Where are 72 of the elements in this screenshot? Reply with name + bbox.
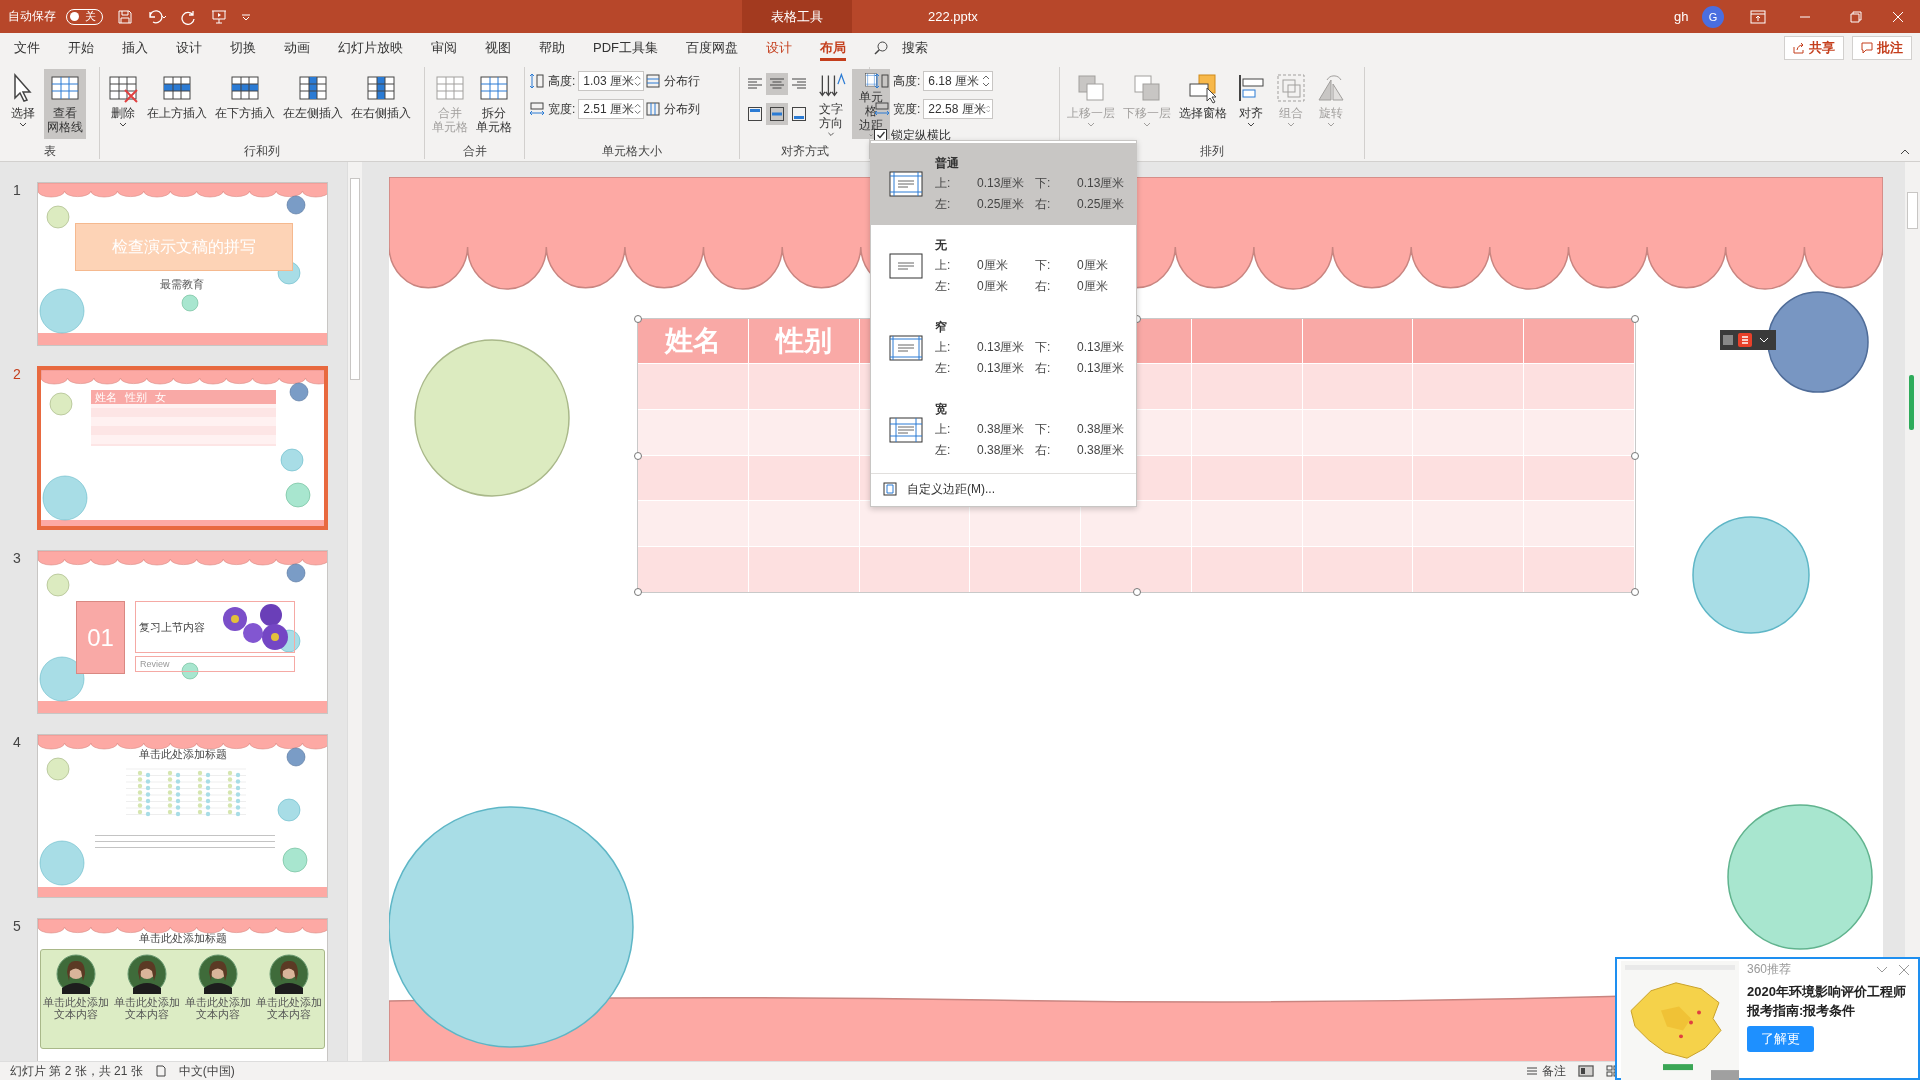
- margin-value: 0厘米: [977, 257, 1009, 274]
- group-label: 表: [42, 143, 57, 159]
- margin-label: 左:: [935, 278, 952, 295]
- margin-label: 下:: [1035, 257, 1052, 274]
- margin-label: 左:: [935, 442, 952, 459]
- slide-counter: 幻灯片 第 2 张，共 21 张: [10, 1062, 143, 1080]
- slide-title: 检查演示文稿的拼写: [112, 236, 256, 257]
- margin-label: 上:: [935, 175, 952, 192]
- margin-value: 0.38厘米: [1077, 421, 1126, 438]
- slide-number: 1: [12, 182, 22, 200]
- group-label: 单元格大小: [601, 143, 663, 159]
- table-header-cell: 女: [155, 390, 166, 404]
- group-label: 合并: [461, 143, 488, 159]
- margin-value: 0.13厘米: [1077, 175, 1126, 192]
- table-header-cell: 姓名: [95, 390, 117, 404]
- ad-source: 360推荐: [1747, 961, 1793, 978]
- slide-number: 3: [12, 550, 22, 568]
- slide-number: 2: [12, 366, 22, 384]
- group-label: 排列: [1199, 143, 1225, 159]
- file-name: 222.pptx: [928, 9, 978, 24]
- autosave-label: 自动保存: [8, 8, 56, 25]
- option-name: 宽: [935, 401, 948, 418]
- margin-value: 0厘米: [977, 278, 1009, 295]
- field-label: 宽度:: [548, 100, 576, 118]
- contextual-label: 表格工具: [771, 7, 823, 26]
- slide-number: 4: [12, 734, 22, 752]
- margin-value: 0.13厘米: [1077, 360, 1126, 377]
- margin-label: 左:: [935, 196, 952, 213]
- margin-label: 上:: [935, 339, 952, 356]
- margin-value: 0厘米: [1077, 278, 1109, 295]
- field-label: 高度:: [893, 72, 921, 90]
- option-name: 无: [935, 237, 948, 254]
- margin-value: 0.13厘米: [1077, 339, 1126, 356]
- margin-value: 0.25厘米: [977, 196, 1026, 213]
- group-label: 对齐方式: [779, 143, 830, 159]
- margin-value: 0.38厘米: [977, 442, 1026, 459]
- image-caption: 单击此处添加文本内容: [254, 996, 323, 1020]
- margin-label: 上:: [935, 421, 952, 438]
- margin-value: 0.38厘米: [977, 421, 1026, 438]
- option-name: 窄: [935, 319, 948, 336]
- section-number: 01: [87, 623, 114, 652]
- margin-label: 下:: [1035, 421, 1052, 438]
- checkbox-label: 锁定纵横比: [891, 126, 951, 144]
- field-label: 宽度:: [893, 100, 921, 118]
- margin-value: 0.13厘米: [977, 339, 1026, 356]
- margin-label: 右:: [1035, 278, 1052, 295]
- margin-label: 左:: [935, 360, 952, 377]
- margin-value: 0厘米: [1077, 257, 1109, 274]
- slide-title: 单击此处添加标题: [137, 931, 228, 946]
- slide-number: 5: [12, 918, 22, 936]
- image-caption: 单击此处添加文本内容: [42, 996, 111, 1020]
- slide-subtitle: Review: [140, 659, 170, 669]
- margin-label: 下:: [1035, 175, 1052, 192]
- slide-subtitle: 最需教育: [160, 277, 204, 292]
- margin-label: 上:: [935, 257, 952, 274]
- user-name: gh: [1674, 9, 1689, 24]
- margin-value: 0.38厘米: [1077, 442, 1126, 459]
- slide-title: 复习上节内容: [139, 619, 205, 635]
- margin-value: 0.13厘米: [977, 360, 1026, 377]
- table-header-cell: 性别: [125, 390, 147, 404]
- margin-value: 0.13厘米: [977, 175, 1026, 192]
- margin-label: 右:: [1035, 360, 1052, 377]
- margin-label: 下:: [1035, 339, 1052, 356]
- margin-label: 右:: [1035, 196, 1052, 213]
- group-label: 行和列: [243, 143, 281, 159]
- option-name: 普通: [935, 155, 960, 172]
- field-label: 高度:: [548, 72, 576, 90]
- slide-title: 单击此处添加标题: [137, 747, 228, 762]
- margin-value: 0.25厘米: [1077, 196, 1126, 213]
- image-caption: 单击此处添加文本内容: [183, 996, 252, 1020]
- image-caption: 单击此处添加文本内容: [113, 996, 182, 1020]
- margin-label: 右:: [1035, 442, 1052, 459]
